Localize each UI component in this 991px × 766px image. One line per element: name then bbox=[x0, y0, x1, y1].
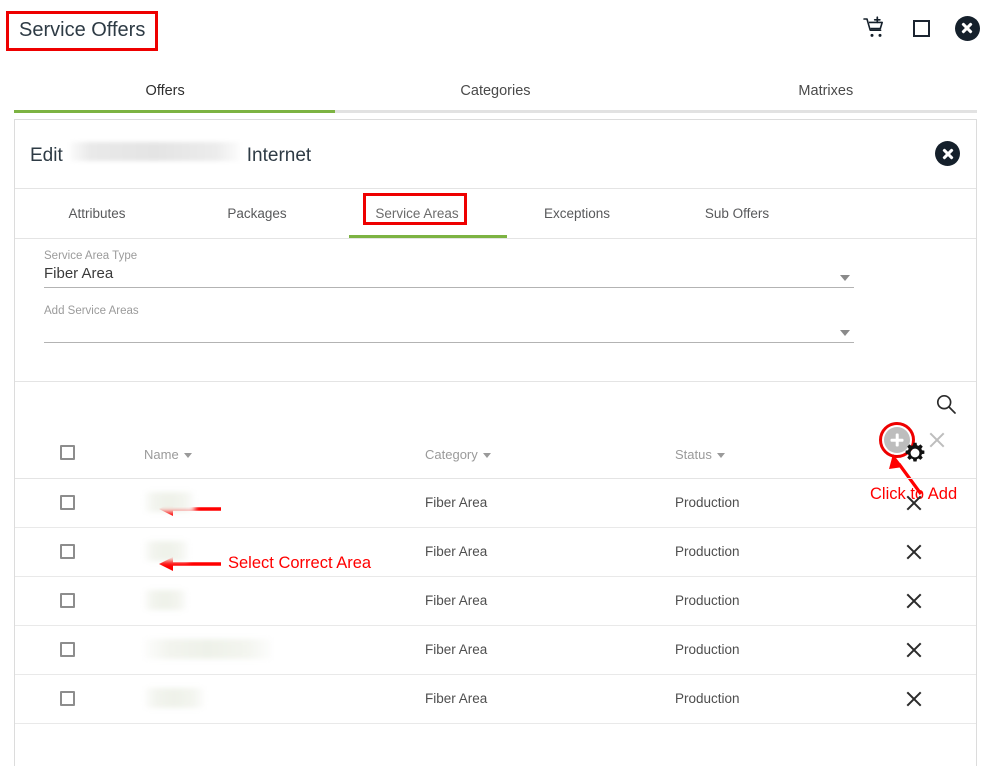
remove-row-button[interactable] bbox=[904, 689, 924, 709]
cell-status: Production bbox=[675, 544, 740, 559]
panel-title-suffix: Internet bbox=[246, 145, 312, 166]
gear-icon[interactable] bbox=[904, 442, 926, 469]
remove-row-button[interactable] bbox=[904, 493, 924, 513]
remove-row-button[interactable] bbox=[904, 640, 924, 660]
redacted-service-area-name bbox=[144, 541, 189, 561]
add-service-areas-underline bbox=[44, 342, 854, 343]
edit-offer-panel: Edit Internet Attributes Packages Servic… bbox=[14, 119, 977, 766]
table-row[interactable]: Fiber Area Production bbox=[15, 626, 976, 675]
subtab-packages[interactable]: Packages bbox=[177, 206, 337, 221]
sort-caret-icon bbox=[716, 453, 725, 459]
main-tab-track bbox=[14, 110, 977, 113]
table-row[interactable]: Fiber Area Production bbox=[15, 577, 976, 626]
panel-title: Edit Internet bbox=[30, 142, 311, 167]
redacted-service-area-name bbox=[144, 639, 272, 659]
chevron-down-icon[interactable] bbox=[840, 330, 850, 336]
column-header-status[interactable]: Status bbox=[675, 447, 725, 462]
select-all-checkbox[interactable] bbox=[60, 445, 75, 460]
add-service-areas-field: Add Service Areas bbox=[44, 304, 854, 343]
column-header-category-label: Category bbox=[425, 447, 478, 462]
sort-caret-icon bbox=[183, 453, 192, 459]
column-header-name[interactable]: Name bbox=[144, 447, 192, 462]
cell-category: Fiber Area bbox=[425, 544, 488, 559]
subtab-sub-offers[interactable]: Sub Offers bbox=[657, 206, 817, 221]
add-service-areas-value[interactable] bbox=[44, 318, 854, 340]
panel-close-glyph bbox=[935, 141, 960, 166]
chevron-down-icon[interactable] bbox=[840, 275, 850, 281]
row-checkbox[interactable] bbox=[60, 691, 75, 706]
maximize-square bbox=[912, 19, 930, 37]
table-header-row: Name Category Status bbox=[15, 430, 976, 479]
row-checkbox[interactable] bbox=[60, 495, 75, 510]
tab-offers[interactable]: Offers bbox=[0, 83, 330, 110]
remove-row-button[interactable] bbox=[904, 591, 924, 611]
cell-category: Fiber Area bbox=[425, 593, 488, 608]
row-checkbox[interactable] bbox=[60, 544, 75, 559]
close-window-glyph bbox=[954, 15, 980, 41]
cell-status: Production bbox=[675, 642, 740, 657]
panel-header: Edit Internet bbox=[15, 120, 976, 189]
subtab-exceptions[interactable]: Exceptions bbox=[497, 206, 657, 221]
cell-category: Fiber Area bbox=[425, 495, 488, 510]
tab-matrixes[interactable]: Matrixes bbox=[661, 83, 991, 110]
tab-categories[interactable]: Categories bbox=[330, 83, 660, 110]
cell-category: Fiber Area bbox=[425, 642, 488, 657]
subtab-service-areas[interactable]: Service Areas bbox=[337, 206, 497, 221]
table-toolbar bbox=[15, 382, 976, 430]
row-checkbox[interactable] bbox=[60, 642, 75, 657]
table-row[interactable]: Fiber Area Production bbox=[15, 528, 976, 577]
remove-row-button[interactable] bbox=[904, 542, 924, 562]
top-bar-actions bbox=[861, 14, 981, 42]
sub-tab-bar: Attributes Packages Service Areas Except… bbox=[15, 189, 976, 239]
service-area-type-label: Service Area Type bbox=[44, 250, 138, 262]
column-header-status-label: Status bbox=[675, 447, 712, 462]
add-to-cart-icon[interactable] bbox=[861, 14, 889, 42]
subtab-attributes[interactable]: Attributes bbox=[17, 206, 177, 221]
sort-caret-icon bbox=[482, 453, 491, 459]
service-area-type-field: Service Area Type Fiber Area bbox=[44, 249, 854, 288]
row-checkbox[interactable] bbox=[60, 593, 75, 608]
table-row[interactable]: Fiber Area Production bbox=[15, 675, 976, 724]
add-service-areas-label: Add Service Areas bbox=[44, 305, 139, 317]
cell-category: Fiber Area bbox=[425, 691, 488, 706]
redacted-service-area-name bbox=[144, 492, 195, 512]
cell-status: Production bbox=[675, 691, 740, 706]
column-header-name-label: Name bbox=[144, 447, 179, 462]
table-row[interactable]: Fiber Area Production bbox=[15, 479, 976, 528]
redacted-offer-name bbox=[69, 142, 240, 161]
redacted-service-area-name bbox=[144, 590, 187, 610]
service-area-type-value[interactable]: Fiber Area bbox=[44, 263, 854, 285]
sub-tab-active-indicator bbox=[349, 235, 507, 238]
service-areas-table: Name Category Status Fiber Area Productio… bbox=[15, 382, 976, 724]
search-icon[interactable] bbox=[935, 393, 957, 420]
maximize-icon[interactable] bbox=[907, 14, 935, 42]
panel-close-icon[interactable] bbox=[935, 141, 960, 166]
main-tab-bar: Offers Categories Matrixes bbox=[0, 64, 991, 116]
redacted-service-area-name bbox=[144, 688, 205, 708]
table-body: Fiber Area Production Fiber Area Production… bbox=[15, 479, 976, 724]
column-header-category[interactable]: Category bbox=[425, 447, 491, 462]
top-bar: Service Offers bbox=[0, 0, 991, 64]
main-tab-active-indicator bbox=[14, 110, 335, 113]
service-area-type-underline bbox=[44, 287, 854, 288]
cell-status: Production bbox=[675, 495, 740, 510]
service-area-form: Service Area Type Fiber Area Add Service… bbox=[15, 239, 976, 572]
panel-title-prefix: Edit bbox=[30, 145, 63, 166]
cell-status: Production bbox=[675, 593, 740, 608]
page-title: Service Offers bbox=[19, 19, 146, 41]
page-title-highlight: Service Offers bbox=[6, 11, 159, 51]
close-window-icon[interactable] bbox=[953, 14, 981, 42]
